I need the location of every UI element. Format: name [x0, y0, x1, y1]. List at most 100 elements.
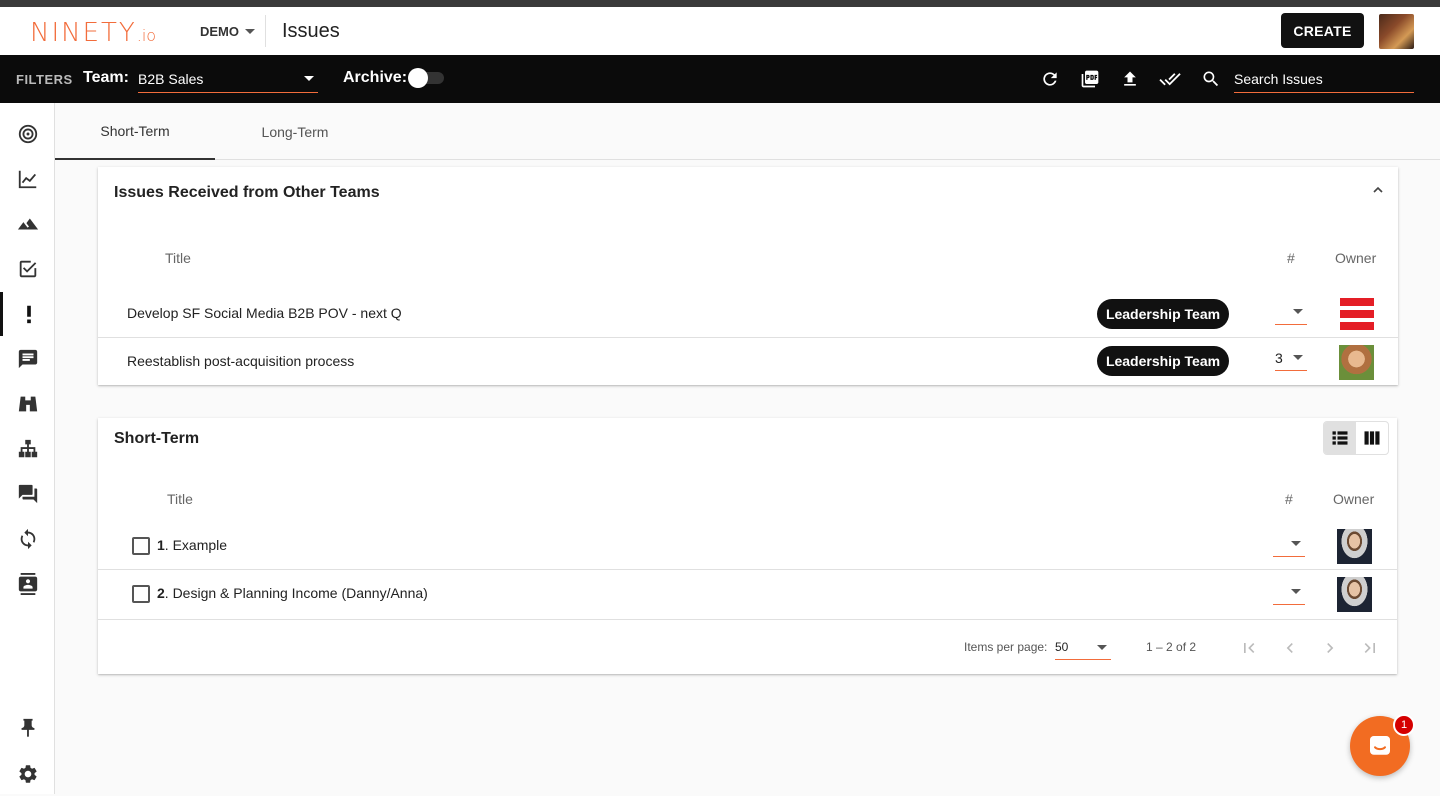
page-range: 1 – 2 of 2 — [1146, 640, 1197, 654]
team-badge: Leadership Team — [1097, 299, 1229, 329]
divider — [265, 15, 266, 47]
filter-bar: FILTERS Team: B2B Sales Archive: — [0, 55, 1440, 103]
create-button[interactable]: CREATE — [1281, 13, 1364, 48]
org-switcher[interactable]: DEMO — [200, 24, 255, 39]
top-strip — [0, 0, 1440, 7]
chevron-down-icon — [1097, 645, 1107, 650]
issue-checkbox[interactable] — [132, 585, 150, 603]
tab-short-term[interactable]: Short-Term — [55, 103, 215, 160]
owner-avatar[interactable] — [1340, 298, 1374, 330]
priority-select[interactable] — [1275, 301, 1307, 325]
column-header-title[interactable]: Title — [165, 250, 191, 266]
page-title: Issues — [282, 20, 340, 42]
view-toggle — [1323, 421, 1389, 455]
refresh-icon[interactable] — [1039, 68, 1061, 90]
last-page-icon[interactable] — [1360, 638, 1380, 658]
binoculars-icon — [18, 396, 37, 412]
issue-checkbox[interactable] — [132, 537, 150, 555]
priority-select[interactable] — [1273, 533, 1305, 557]
tab-bar: Short-Term Long-Term — [55, 103, 1440, 160]
sidebar-item-todos[interactable] — [0, 247, 55, 291]
team-select[interactable]: B2B Sales — [138, 65, 318, 93]
sidebar-item-process[interactable] — [0, 517, 55, 561]
column-header-number[interactable]: # — [1285, 491, 1293, 507]
card-title: Issues Received from Other Teams — [114, 184, 380, 201]
sidebar-item-headlines[interactable] — [0, 337, 55, 381]
unread-badge: 1 — [1393, 714, 1415, 736]
contact-card-icon — [18, 573, 37, 595]
app-header: NINETY.io DEMO Issues CREATE — [0, 7, 1440, 55]
target-icon — [18, 124, 37, 144]
user-avatar[interactable] — [1379, 14, 1414, 49]
owner-avatar[interactable] — [1337, 577, 1372, 612]
column-header-title[interactable]: Title — [167, 491, 193, 507]
issue-title[interactable]: Reestablish post-acquisition process — [127, 353, 354, 369]
chevron-down-icon — [1293, 355, 1303, 360]
owner-avatar[interactable] — [1339, 345, 1374, 380]
table-row[interactable]: 2. Design & Planning Income (Danny/Anna) — [98, 570, 1397, 618]
sidebar — [0, 103, 55, 794]
list-icon — [1332, 431, 1348, 445]
table-row[interactable]: Develop SF Social Media B2B POV - next Q… — [98, 290, 1398, 338]
column-view-button[interactable] — [1356, 422, 1388, 454]
issue-title[interactable]: Develop SF Social Media B2B POV - next Q — [127, 305, 402, 321]
archive-toggle[interactable] — [408, 68, 444, 88]
chevron-down-icon — [245, 29, 255, 34]
sidebar-item-directory[interactable] — [0, 562, 55, 606]
archive-label: Archive: — [343, 69, 408, 86]
search-icon — [1200, 68, 1222, 90]
received-issues-card: Issues Received from Other Teams Title #… — [98, 167, 1398, 385]
next-page-icon[interactable] — [1320, 638, 1340, 658]
first-page-icon[interactable] — [1239, 638, 1259, 658]
sidebar-item-meetings[interactable] — [0, 472, 55, 516]
done-all-icon[interactable] — [1159, 68, 1181, 90]
priority-select[interactable] — [1273, 581, 1305, 605]
sidebar-item-vision[interactable] — [0, 112, 55, 156]
tab-long-term[interactable]: Long-Term — [215, 103, 375, 160]
previous-page-icon[interactable] — [1280, 638, 1300, 658]
filters-label: FILTERS — [16, 72, 73, 87]
exclamation-icon — [27, 305, 31, 324]
team-badge: Leadership Team — [1097, 346, 1229, 376]
priority-select[interactable]: 3 — [1275, 347, 1307, 371]
mountain-icon — [17, 218, 38, 230]
column-header-owner[interactable]: Owner — [1333, 491, 1374, 507]
sync-icon — [20, 528, 35, 550]
gear-icon — [18, 765, 37, 783]
sidebar-item-accountability[interactable] — [0, 427, 55, 471]
chart-icon — [18, 170, 36, 189]
pin-icon — [21, 718, 34, 738]
notes-icon — [18, 349, 37, 369]
sidebar-item-issues[interactable] — [0, 292, 55, 336]
sidebar-item-scorecard[interactable] — [0, 157, 55, 201]
items-per-page-label: Items per page: — [964, 640, 1048, 654]
chevron-down-icon — [304, 76, 314, 81]
checkbox-icon — [19, 260, 36, 278]
owner-avatar[interactable] — [1337, 529, 1372, 564]
team-label: Team: — [83, 69, 129, 86]
upload-icon[interactable] — [1119, 68, 1141, 90]
columns-icon — [1364, 431, 1380, 445]
pdf-icon[interactable] — [1079, 68, 1101, 90]
column-header-number[interactable]: # — [1287, 250, 1295, 266]
chevron-down-icon — [1291, 541, 1301, 546]
column-header-owner[interactable]: Owner — [1335, 250, 1376, 266]
chat-icon — [18, 484, 37, 504]
table-row[interactable]: 1. Example — [98, 522, 1397, 570]
paginator: Items per page: 50 1 – 2 of 2 — [98, 619, 1397, 674]
sidebar-item-insights[interactable] — [0, 382, 55, 426]
table-row[interactable]: Reestablish post-acquisition process Lea… — [98, 338, 1398, 386]
sidebar-item-pin[interactable] — [0, 706, 55, 750]
sidebar-item-settings[interactable] — [0, 752, 55, 796]
chevron-down-icon — [1291, 589, 1301, 594]
search-input[interactable] — [1234, 65, 1414, 92]
list-view-button[interactable] — [1324, 422, 1356, 454]
sidebar-item-rocks[interactable] — [0, 202, 55, 246]
issue-title[interactable]: 2. Design & Planning Income (Danny/Anna) — [157, 585, 428, 601]
short-term-card: Short-Term Title # Owner 1. Example 2. D… — [98, 418, 1397, 674]
chevron-up-icon[interactable] — [1370, 182, 1386, 198]
ninety-logo[interactable]: NINETY.io — [30, 18, 156, 48]
issue-title[interactable]: 1. Example — [157, 537, 227, 553]
search-field[interactable] — [1234, 65, 1414, 93]
items-per-page-select[interactable]: 50 — [1055, 634, 1111, 660]
